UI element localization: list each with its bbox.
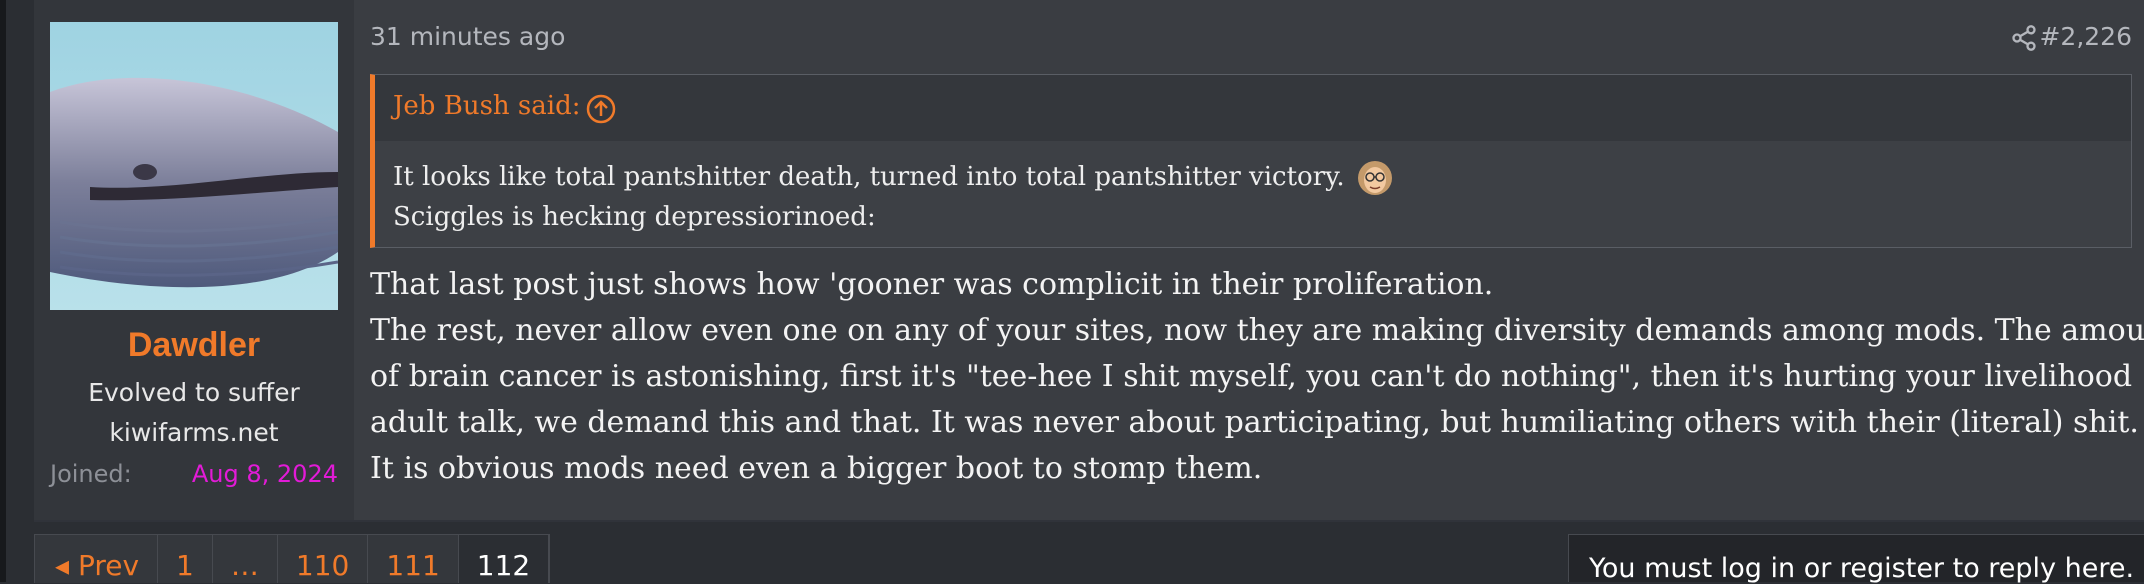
arrow-up-circle-icon[interactable] [585,93,617,125]
username[interactable]: Dawdler [34,326,354,365]
post-content: 31 minutes ago #2,226 Jeb Bush said: It … [370,0,2144,520]
user-info-panel: Dawdler Evolved to suffer kiwifarms.net … [34,0,354,520]
page-link-1[interactable]: 1 [158,535,213,583]
page-ellipsis[interactable]: … [213,535,278,583]
forum-post: Dawdler Evolved to suffer kiwifarms.net … [34,0,2144,522]
post-number[interactable]: #2,226 [2039,22,2132,51]
user-title: Evolved to suffer [88,378,300,407]
user-site: kiwifarms.net [109,418,279,447]
face-emoji [1357,161,1392,195]
message-line: adult talk, we demand this and that. It … [370,405,2139,440]
joined-label: Joined: [50,460,132,488]
message-body: That last post just shows how 'gooner wa… [370,262,2144,492]
page-link-110[interactable]: 110 [278,535,369,583]
message-line: The rest, never allow even one on any of… [370,313,2144,348]
prev-page-button[interactable]: ◂ Prev [35,535,159,583]
message-line: That last post just shows how 'gooner wa… [370,267,1494,302]
message-line: of brain cancer is astonishing, first it… [370,359,2133,394]
whale-avatar[interactable] [50,22,338,310]
post-timestamp[interactable]: 31 minutes ago [370,22,565,51]
joined-date: Aug 8, 2024 [191,460,338,488]
quote-line-1: It looks like total pantshitter death, t… [393,162,1345,192]
quote-author[interactable]: Jeb Bush said: [393,91,580,121]
page-link-111[interactable]: 111 [368,535,459,583]
message-line: It is obvious mods need even a bigger bo… [370,451,1263,486]
avatar-image [50,22,338,310]
quote-line: It looks like total pantshitter death, t… [393,157,1397,197]
share-icon[interactable] [2010,24,2038,52]
pagination: ◂ Prev 1 … 110 111 112 [34,534,551,583]
quote-block: Jeb Bush said: It looks like total pants… [370,74,2132,248]
quote-header: Jeb Bush said: [375,75,2131,141]
quote-line-2: Sciggles is hecking depressiorinoed: [393,202,876,232]
reply-login-notice[interactable]: You must log in or register to reply her… [1568,534,2144,584]
page-link-112-current[interactable]: 112 [458,535,550,583]
quote-body: It looks like total pantshitter death, t… [393,157,1397,237]
window-edge [0,0,6,582]
